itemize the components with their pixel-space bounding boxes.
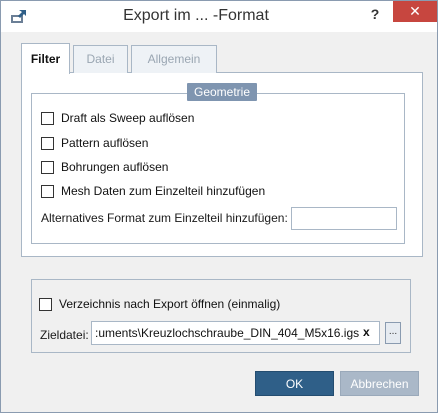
option-draft-sweep[interactable]: Draft als Sweep auflösen (41, 109, 194, 127)
ok-button[interactable]: OK (255, 371, 334, 396)
alt-format-label: Alternatives Format zum Einzelteil hinzu… (41, 211, 288, 225)
target-file-label: Zieldatei: (40, 328, 89, 342)
mesh-daten-checkbox[interactable] (41, 184, 54, 198)
target-file-value: :uments\Kreuzlochschraube_DIN_404_M5x16.… (95, 326, 360, 340)
option-open-dir[interactable]: Verzeichnis nach Export öffnen (einmalig… (39, 295, 280, 313)
window-title: Export im ... -Format (123, 7, 269, 24)
tab-allgemein[interactable]: Allgemein (131, 45, 217, 73)
help-button[interactable]: ? (365, 4, 385, 24)
geometrie-group-title: Geometrie (187, 83, 257, 101)
tab-datei[interactable]: Datei (73, 45, 128, 73)
option-mesh-daten[interactable]: Mesh Daten zum Einzelteil hinzufügen (41, 182, 265, 200)
tab-filter[interactable]: Filter (21, 43, 70, 74)
browse-button[interactable]: ... (385, 322, 401, 344)
open-dir-checkbox[interactable] (39, 297, 52, 311)
pattern-checkbox[interactable] (41, 136, 54, 150)
pattern-label: Pattern auflösen (61, 136, 149, 150)
draft-sweep-checkbox[interactable] (41, 111, 54, 125)
close-button[interactable]: ✕ (393, 1, 437, 22)
bohrungen-label: Bohrungen auflösen (61, 160, 169, 174)
export-dialog: Export im ... -Format ? ✕ Filter Datei A… (0, 0, 438, 413)
target-file-input[interactable]: :uments\Kreuzlochschraube_DIN_404_M5x16.… (91, 321, 380, 345)
open-dir-label: Verzeichnis nach Export öffnen (einmalig… (59, 297, 281, 311)
clear-target-button[interactable]: x (363, 325, 370, 339)
alt-format-input[interactable] (291, 207, 397, 230)
mesh-daten-label: Mesh Daten zum Einzelteil hinzufügen (61, 184, 266, 198)
option-bohrungen[interactable]: Bohrungen auflösen (41, 158, 168, 176)
cancel-button[interactable]: Abbrechen (340, 371, 419, 396)
option-pattern[interactable]: Pattern auflösen (41, 134, 148, 152)
bohrungen-checkbox[interactable] (41, 160, 54, 174)
draft-sweep-label: Draft als Sweep auflösen (61, 111, 195, 125)
title-bar: Export im ... -Format ? ✕ (1, 1, 437, 32)
